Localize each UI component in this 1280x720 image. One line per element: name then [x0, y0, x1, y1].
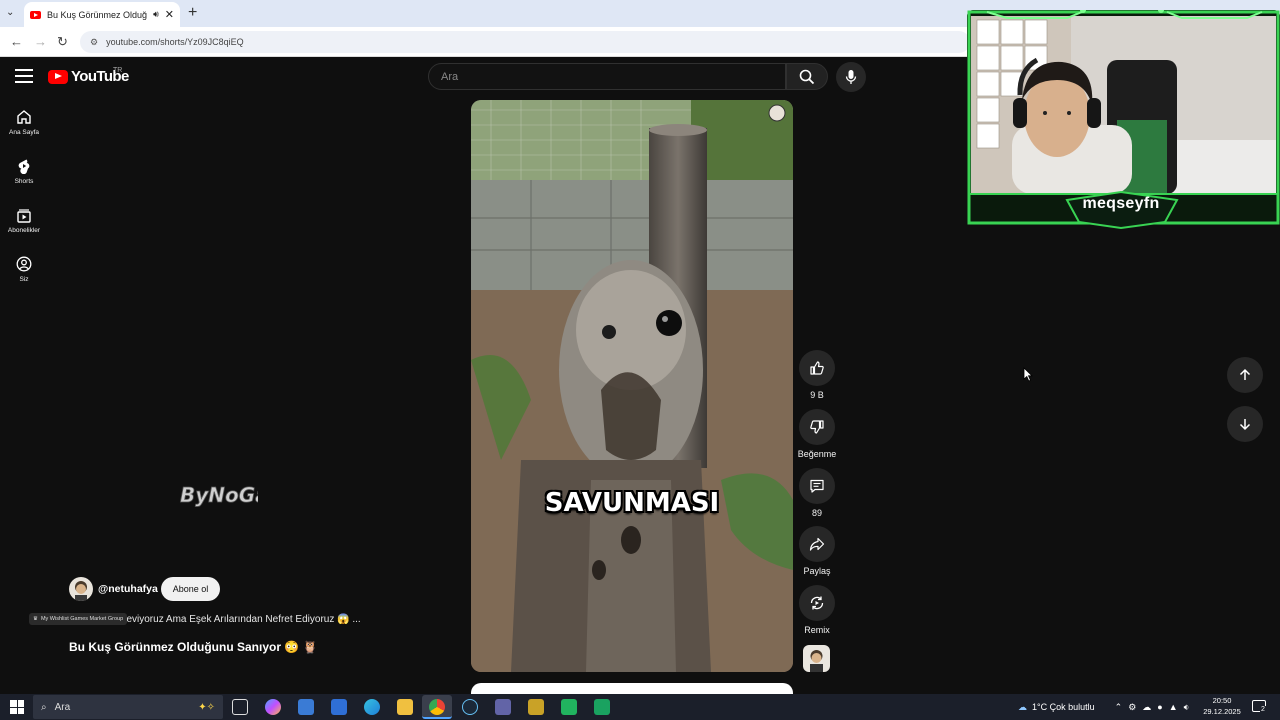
tab-search-icon[interactable]: ⌄ [6, 7, 14, 18]
subscribe-button[interactable]: Abone ol [161, 577, 220, 601]
weather-text: 1°C Çok bulutlu [1032, 702, 1095, 712]
volume-icon[interactable]: 🔉︎ [1184, 702, 1190, 713]
like-count: 9 B [810, 390, 824, 400]
search-input[interactable]: Ara [428, 63, 786, 90]
microphone-tray-icon[interactable]: ● [1157, 702, 1162, 712]
arrow-up-icon [1239, 368, 1251, 380]
reload-button[interactable]: ↻ [57, 34, 68, 50]
copilot-sparkle-icon: ✦✧ [198, 701, 215, 713]
sidebar-item-label: Shorts [14, 178, 34, 185]
region-code: TR [113, 67, 123, 74]
chrome-icon [429, 699, 445, 715]
tab-audio-icon[interactable]: 🔊︎ [153, 9, 159, 20]
new-tab-button[interactable]: + [188, 4, 197, 22]
sidebar-item-shorts[interactable]: Shorts [0, 158, 48, 185]
dislike-button[interactable]: Beğenme [795, 409, 839, 459]
video-caption-overlay: SAVUNMASI [544, 488, 720, 518]
youtube-play-icon [48, 69, 68, 84]
previous-short-button[interactable] [1227, 357, 1263, 393]
wishlist-badge-text: My Wishlist Games Market Group [40, 616, 124, 622]
teams-icon[interactable] [495, 699, 511, 715]
guide-menu-button[interactable] [15, 69, 33, 87]
weather-cloud-icon: ☁ [1018, 701, 1027, 712]
windows-start-icon[interactable] [10, 700, 24, 714]
wishlist-icon: ♛ [33, 616, 38, 622]
short-video-player[interactable] [471, 100, 793, 672]
share-icon [809, 537, 825, 551]
network-icon[interactable]: ☁︎ [1142, 702, 1151, 713]
address-bar[interactable]: ⚙︎ youtube.com/shorts/Yz09JC8qiEQ [80, 31, 970, 53]
home-icon [17, 110, 31, 124]
channel-avatar[interactable] [69, 577, 93, 601]
shorts-icon [18, 159, 30, 174]
wifi-icon[interactable]: ▲ [1169, 702, 1178, 712]
channel-name[interactable]: @netuhafya [98, 583, 158, 595]
tab-close-icon[interactable]: ✕ [165, 8, 174, 21]
browser-tab-active[interactable]: Bu Kuş Görünmez Olduğun 🔊︎ ✕ [24, 2, 180, 27]
clock-time: 20:50 [1212, 696, 1232, 705]
site-info-icon[interactable]: ⚙︎ [90, 37, 98, 48]
sidebar-item-label: Ana Sayfa [9, 129, 39, 136]
clock-date: 29.12.2025 [1203, 707, 1241, 716]
mouse-cursor-icon [1023, 367, 1033, 382]
comments-button[interactable]: 89 [795, 468, 839, 518]
like-button[interactable]: 9 B [795, 350, 839, 400]
search-icon [799, 69, 815, 84]
copilot-icon[interactable] [265, 699, 281, 715]
file-explorer-icon[interactable] [397, 699, 413, 715]
comment-icon [810, 479, 824, 493]
youtube-favicon-icon [30, 10, 41, 19]
system-tray[interactable]: ☁ 1°C Çok bulutlu ⌃ ⚙︎ ☁︎ ● ▲ 🔉︎ [1018, 695, 1189, 719]
sidebar-item-label: Siz [19, 276, 29, 283]
spreadsheet-app-icon[interactable] [594, 699, 610, 715]
tab-title: Bu Kuş Görünmez Olduğun [47, 9, 148, 20]
subscriptions-icon [17, 209, 31, 223]
share-label: Paylaş [803, 566, 831, 576]
remix-button[interactable]: Remix [795, 585, 839, 635]
search-button[interactable] [786, 63, 828, 90]
notification-count: 2 [1260, 706, 1266, 713]
next-short-button[interactable] [1227, 406, 1263, 442]
steam-icon[interactable] [462, 699, 478, 715]
sidebar-item-home[interactable]: Ana Sayfa [0, 109, 48, 136]
taskbar-search-icon: ⌕ [41, 701, 47, 713]
taskbar-search-placeholder: Ara [54, 701, 71, 713]
thumbs-down-icon [810, 420, 824, 434]
microphone-icon [845, 70, 857, 84]
voice-search-button[interactable] [836, 62, 866, 92]
you-icon [16, 256, 32, 272]
sound-thumbnail[interactable] [803, 645, 830, 672]
sidebar-item-label: Abonelikler [7, 227, 41, 234]
remix-label: Remix [804, 625, 830, 635]
thumbs-up-icon [810, 361, 824, 375]
sidebar-item-subscriptions[interactable]: Abonelikler [0, 207, 48, 234]
dislike-label: Beğenme [797, 449, 837, 459]
sidebar-item-you[interactable]: Siz [0, 256, 48, 283]
watermark-logo: ByNoGame [180, 483, 258, 508]
arrow-down-icon [1239, 419, 1251, 431]
comment-count: 89 [811, 508, 822, 518]
forward-button[interactable]: → [34, 34, 47, 49]
short-title: Bu Kuş Görünmez Olduğunu Sanıyor 😳 🦉 [69, 640, 318, 654]
remix-icon [810, 596, 824, 610]
streamer-name: meqseyfn [1082, 195, 1160, 212]
task-view-icon[interactable] [232, 699, 248, 715]
tray-app-icon[interactable]: ⚙︎ [1128, 702, 1136, 713]
share-button[interactable]: Paylaş [795, 526, 839, 576]
app-icon[interactable] [528, 699, 544, 715]
store-icon[interactable] [298, 699, 314, 715]
back-button[interactable]: ← [10, 34, 23, 49]
wishlist-badge[interactable]: ♛ My Wishlist Games Market Group [29, 613, 128, 625]
svg-text:ByNoGame: ByNoGame [180, 483, 258, 507]
edge-icon[interactable] [364, 699, 380, 715]
green-app-icon[interactable] [561, 699, 577, 715]
url-text: youtube.com/shorts/Yz09JC8qiEQ [106, 37, 244, 47]
taskbar-clock[interactable]: 20:50 29.12.2025 [1200, 695, 1244, 717]
tray-overflow-icon[interactable]: ⌃ [1115, 702, 1123, 713]
taskbar-search-input[interactable]: ⌕ Ara ✦✧ [33, 695, 223, 719]
outlook-icon[interactable] [331, 699, 347, 715]
